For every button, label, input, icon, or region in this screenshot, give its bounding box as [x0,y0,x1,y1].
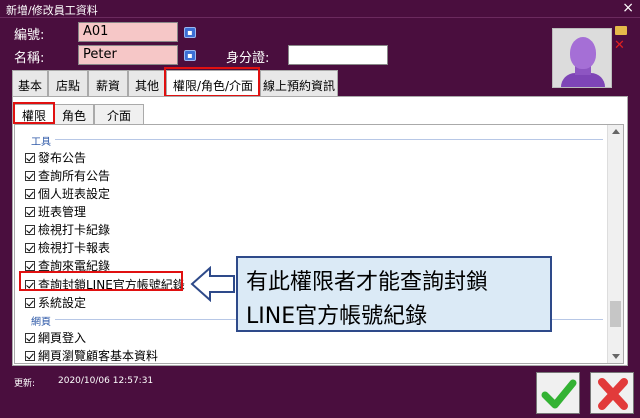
permission-item[interactable]: 查詢所有公告 [25,167,110,183]
checkbox-checked[interactable] [25,207,35,217]
check-icon [541,379,577,409]
group-label-tools: 工具 [31,137,51,148]
updated-timestamp: 2020/10/06 12:57:31 [58,376,154,386]
cancel-button[interactable] [590,372,634,414]
confirm-button[interactable] [536,372,580,414]
scroll-thumb[interactable] [610,301,621,327]
permission-item[interactable]: 檢視打卡紀錄 [25,221,110,237]
group-label-web: 網頁 [31,317,51,328]
permission-item[interactable]: 班表管理 [25,203,86,219]
id-label: 編號: [14,28,45,43]
annotation-callout: 有此權限者才能查詢封鎖 LINE官方帳號紀錄 [236,256,552,332]
checkbox-checked[interactable] [25,298,35,308]
folder-icon[interactable] [615,26,627,35]
highlight-subtab [13,102,55,124]
tab-other[interactable]: 其他 [128,70,166,96]
permission-item[interactable]: 網頁瀏覽顧客基本資料 [25,347,158,363]
national-id-field[interactable] [288,45,388,65]
lookup-icon[interactable]: ▪ [184,50,196,61]
permission-item[interactable]: 個人班表設定 [25,185,110,201]
tab-salary[interactable]: 薪資 [88,70,128,96]
delete-photo-icon[interactable]: ✕ [614,38,625,53]
scroll-down-icon[interactable] [612,354,620,359]
scroll-up-icon[interactable] [612,129,620,134]
close-icon[interactable]: × [622,0,634,16]
person-avatar-icon[interactable] [552,28,612,88]
group-divider [55,139,603,140]
checkbox-checked[interactable] [25,225,35,235]
callout-line-1: 有此權限者才能查詢封鎖 [246,270,489,295]
permission-item[interactable]: 系統設定 [25,294,86,310]
x-icon [598,378,628,410]
tab-online-booking[interactable]: 線上預約資訊 [260,70,338,96]
subtab-roles[interactable]: 角色 [54,104,94,124]
lookup-icon[interactable]: ▪ [184,27,196,38]
arrow-left-icon [190,266,235,302]
highlight-tab [164,67,260,97]
checkbox-checked[interactable] [25,261,35,271]
callout-line-2: LINE官方帳號紀錄 [246,304,428,329]
checkbox-checked[interactable] [25,351,35,361]
checkbox-checked[interactable] [25,171,35,181]
checkbox-checked[interactable] [25,189,35,199]
checkbox-checked[interactable] [25,153,35,163]
tab-store[interactable]: 店點 [48,70,88,96]
national-id-label: 身分證: [226,51,270,66]
subtab-interface[interactable]: 介面 [94,104,144,124]
tab-basic[interactable]: 基本 [12,70,48,96]
highlight-item [19,271,183,291]
name-label: 名稱: [14,51,45,66]
checkbox-checked[interactable] [25,243,35,253]
permission-item[interactable]: 檢視打卡報表 [25,239,110,255]
name-field[interactable]: Peter [78,45,178,65]
title-bar: 新增/修改員工資料 × [0,0,640,18]
id-field[interactable]: A01 [78,22,178,42]
vertical-scrollbar[interactable] [607,125,623,363]
permission-item[interactable]: 網頁登入 [25,329,86,345]
permission-item[interactable]: 發布公告 [25,149,86,165]
checkbox-checked[interactable] [25,333,35,343]
updated-label: 更新: [14,379,36,389]
window-title: 新增/修改員工資料 [6,4,98,17]
